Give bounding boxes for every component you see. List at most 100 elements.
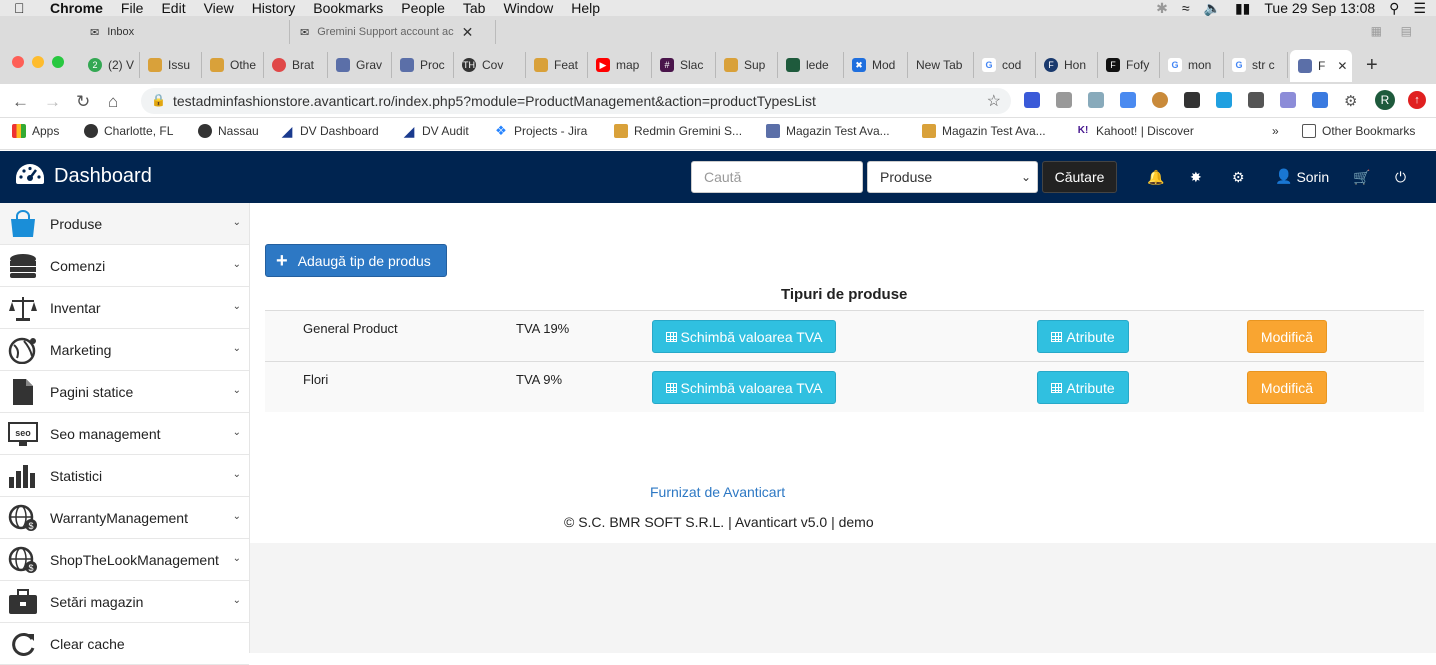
browser-tab[interactable]: # Slac (652, 52, 716, 78)
sidebar-item-setari-magazin[interactable]: Setări magazin ⌄ (0, 581, 249, 623)
browser-tab-active[interactable]: F ✕ (1290, 50, 1352, 82)
bookmark-magazin-2[interactable]: Magazin Test Ava... (922, 124, 1046, 138)
sidebar-item-warranty[interactable]: $ WarrantyManagement ⌄ (0, 497, 249, 539)
tab-inbox[interactable]: ✉ Inbox (80, 20, 290, 44)
battery-icon[interactable]: ▮▮ (1235, 0, 1250, 16)
browser-tab[interactable]: ▶ map (588, 52, 652, 78)
control-center-icon[interactable]: ☰ (1413, 0, 1426, 16)
browser-tab[interactable]: New Tab (908, 52, 974, 78)
translate-icon[interactable] (1120, 92, 1136, 108)
close-icon[interactable]: ✕ (462, 24, 474, 41)
bookmark-dv-audit[interactable]: ◢ DV Audit (402, 124, 469, 138)
reload-icon[interactable]: ↻ (76, 92, 90, 112)
bluetooth-icon[interactable]: ✱ (1156, 0, 1168, 16)
browser-tab[interactable]: Proc (392, 52, 454, 78)
minimize-window-button[interactable] (32, 56, 44, 68)
lock-icon[interactable]: 🔒 (151, 93, 166, 107)
menu-history[interactable]: History (243, 0, 305, 16)
drive-icon[interactable] (1056, 92, 1072, 108)
browser-tab[interactable]: F Hon (1036, 52, 1098, 78)
tab-gremini-support[interactable]: ✉ Gremini Support account ac ✕ (290, 20, 496, 44)
menu-view[interactable]: View (195, 0, 243, 16)
browser-tab[interactable]: 2 (2) V (80, 52, 140, 78)
clock[interactable]: Tue 29 Sep 13:08 (1264, 0, 1375, 16)
new-tab-icon[interactable]: + (1366, 54, 1378, 77)
bookmark-star-icon[interactable]: ☆ (987, 91, 1001, 111)
bookmark-redmine[interactable]: Redmin Gremini S... (614, 124, 742, 138)
browser-tab[interactable]: lede (778, 52, 844, 78)
arrow-down-icon[interactable] (1216, 92, 1232, 108)
bookmark-apps[interactable]: Apps (12, 124, 59, 138)
bug-icon[interactable]: ✸ (1190, 169, 1202, 186)
menu-people[interactable]: People (392, 0, 454, 16)
add-product-type-button[interactable]: + Adaugă tip de produs (265, 244, 447, 277)
spotlight-icon[interactable]: ⚲ (1389, 0, 1399, 16)
search-input[interactable] (691, 161, 863, 193)
download-icon[interactable] (1184, 92, 1200, 108)
attributes-button[interactable]: Atribute (1037, 320, 1129, 353)
search-button[interactable]: Căutare (1042, 161, 1117, 193)
menu-app[interactable]: Chrome (36, 0, 112, 16)
zoom-window-button[interactable] (52, 56, 64, 68)
wifi-icon[interactable]: ≈ (1182, 0, 1190, 16)
edit-button[interactable]: Modifică (1247, 371, 1327, 404)
change-vat-button[interactable]: Schimbă valoarea TVA (652, 320, 836, 353)
browser-tab[interactable]: Grav (328, 52, 392, 78)
back-icon[interactable]: ← (12, 92, 29, 112)
brand[interactable]: Dashboard (14, 162, 152, 190)
browser-tab[interactable]: Issu (140, 52, 202, 78)
browser-tab[interactable]: Gcod (974, 52, 1036, 78)
code-icon[interactable] (1280, 92, 1296, 108)
close-window-button[interactable] (12, 56, 24, 68)
menu-window[interactable]: Window (494, 0, 562, 16)
user-menu[interactable]: 👤 Sorin (1275, 168, 1329, 185)
notes-icon[interactable]: ▤ (1401, 24, 1412, 38)
cookie-icon[interactable] (1152, 92, 1168, 108)
sidebar-item-clear-cache[interactable]: Clear cache (0, 623, 249, 665)
bookmark-nassau[interactable]: Nassau (198, 124, 259, 138)
update-icon[interactable]: ↑ (1408, 91, 1426, 109)
bookmark-charlotte[interactable]: Charlotte, FL (84, 124, 173, 138)
sidebar-item-pagini-statice[interactable]: Pagini statice ⌄ (0, 371, 249, 413)
home-icon[interactable]: ⌂ (108, 92, 118, 112)
dropbox-icon[interactable] (1088, 92, 1104, 108)
forward-icon[interactable]: → (44, 92, 61, 112)
search-scope-select[interactable]: Produse ⌄ (867, 161, 1038, 193)
menu-tab[interactable]: Tab (454, 0, 495, 16)
browser-tab[interactable]: Brat (264, 52, 328, 78)
sidebar-item-statistici[interactable]: Statistici ⌄ (0, 455, 249, 497)
bookmark-dv-dashboard[interactable]: ◢ DV Dashboard (280, 124, 379, 138)
browser-tab[interactable]: ✖ Mod (844, 52, 908, 78)
menu-edit[interactable]: Edit (152, 0, 194, 16)
gear-icon[interactable]: ⚙ (1232, 169, 1245, 186)
volume-icon[interactable]: 🔈 (1204, 0, 1221, 16)
cart-icon[interactable]: 🛒 (1353, 169, 1370, 186)
browser-tab[interactable]: F Fofy (1098, 52, 1160, 78)
attributes-button[interactable]: Atribute (1037, 371, 1129, 404)
browser-tab[interactable]: Gmon (1160, 52, 1224, 78)
calendar-icon[interactable]: ▦ (1371, 24, 1382, 38)
sidebar-item-inventar[interactable]: Inventar ⌄ (0, 287, 249, 329)
bookmark-kahoot[interactable]: K! Kahoot! | Discover (1076, 124, 1194, 138)
address-bar[interactable]: 🔒 testadminfashionstore.avanticart.ro/in… (141, 88, 1011, 114)
browser-tab[interactable]: TH Cov (454, 52, 526, 78)
browser-tab[interactable]: Othe (202, 52, 264, 78)
sidebar-item-shopthelook[interactable]: $ ShopTheLookManagement ⌄ (0, 539, 249, 581)
bookmark-magazin-1[interactable]: Magazin Test Ava... (766, 124, 890, 138)
window-icon[interactable] (1312, 92, 1328, 108)
edit-button[interactable]: Modifică (1247, 320, 1327, 353)
bell-icon[interactable]: 🔔 (1147, 169, 1164, 186)
bookmark-jira[interactable]: ❖ Projects - Jira (494, 124, 587, 139)
apple-icon[interactable]:  (14, 0, 36, 16)
menu-bookmarks[interactable]: Bookmarks (304, 0, 392, 16)
menu-file[interactable]: File (112, 0, 153, 16)
puzzle-icon[interactable]: ⚙ (1344, 92, 1357, 110)
sidebar-item-comenzi[interactable]: Comenzi ⌄ (0, 245, 249, 287)
power-icon[interactable]: ⏻ (1395, 169, 1406, 186)
profile-avatar[interactable]: R (1375, 90, 1395, 110)
browser-tab[interactable]: Feat (526, 52, 588, 78)
sidebar-item-marketing[interactable]: Marketing ⌄ (0, 329, 249, 371)
footer-link[interactable]: Furnizat de Avanticart (650, 484, 785, 500)
change-vat-button[interactable]: Schimbă valoarea TVA (652, 371, 836, 404)
menu-help[interactable]: Help (562, 0, 609, 16)
